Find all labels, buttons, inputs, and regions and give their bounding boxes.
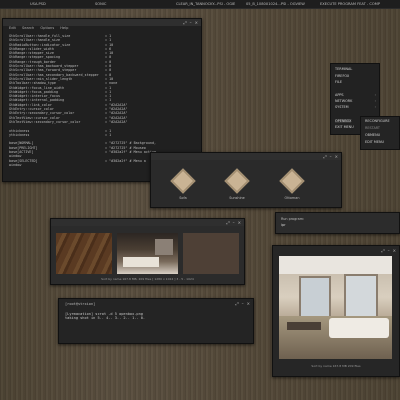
viewer-statusbar: Sort by name 167.8 MB, 209 files [ 1280 … [101,277,194,281]
room-photo[interactable] [279,256,392,359]
chevron-right-icon: › [374,99,376,103]
wood-thumbnail[interactable] [56,233,112,274]
menu-edit[interactable]: Edit [9,26,16,32]
menu-item-exit[interactable]: EXIT MENU [335,125,354,129]
icon-label: Sunshine [229,196,245,200]
menu-item-network[interactable]: NETWORK [335,99,352,103]
openbox-submenu[interactable]: RECONFIGURE RESTART OBMENU EDIT MENU [360,116,400,150]
task-item-1[interactable]: USA.PSD [30,2,46,6]
icon-label: Ottoman [284,196,300,200]
maximize-icon[interactable]: ⤢ [183,20,186,25]
minimize-icon[interactable]: – [242,301,244,306]
menu-item-reconfigure[interactable]: RECONFIGURE [365,119,390,123]
close-icon[interactable]: × [393,248,396,253]
viewer-statusbar: Sort by name 167.8 MB 209 files [311,364,361,368]
close-icon[interactable]: × [335,154,338,159]
terminal-line-key: window [9,162,22,167]
minimize-icon[interactable]: – [330,154,332,159]
menu-options[interactable]: Options [40,26,54,32]
menu-item-restart[interactable]: RESTART [365,126,380,130]
menu-item-obmenu[interactable]: OBMENU [365,133,380,137]
folder-icon[interactable] [170,168,196,194]
run-label: Run program: [281,217,305,221]
file-manager-titlebar[interactable]: ⤢ – × [151,153,341,160]
menu-item-file[interactable]: FILE [335,80,342,84]
close-icon[interactable]: × [247,301,250,306]
task-item-5[interactable]: EXECUTE PROGRAM FEAT - COMP [320,2,380,6]
minimize-icon[interactable]: – [190,20,192,25]
viewer-titlebar[interactable]: ⤢ – × [51,219,244,226]
maximize-icon[interactable]: ⤢ [323,154,326,159]
sofa-shape [123,257,159,267]
icon-label: Sofa [179,196,187,200]
maximize-icon[interactable]: ⤢ [226,220,229,225]
terminal-command[interactable]: [Lyrmacation] scrot -d 5 openbox.png tak… [65,312,145,320]
maximize-icon[interactable]: ⤢ [235,301,238,306]
menu-item-terminal[interactable]: TERMINAL [335,67,352,71]
window-right-shape [344,274,378,320]
window-left-shape [299,276,331,318]
menu-search[interactable]: Search [22,26,34,32]
run-input[interactable]: ipr [281,223,391,228]
minimize-icon[interactable]: – [233,220,235,225]
room-thumbnail[interactable] [117,233,178,274]
menu-item-firefox[interactable]: FIREFOX [335,74,349,78]
table-shape [287,322,321,330]
terminal-titlebar[interactable]: ⤢ – × [3,19,201,26]
ceiling-shape [279,256,392,274]
menu-help[interactable]: Help [60,26,68,32]
maximize-icon[interactable]: ⤢ [381,248,384,253]
terminal-window-2[interactable]: ⤢ – × [root@strxion] [Lyrmacation] scrot… [58,298,254,344]
menu-item-openbox[interactable]: OPENBOX [335,119,352,123]
image-viewer-large[interactable]: ⤢ – × Sort by name 167.8 MB 209 files [272,245,400,377]
folder-icon[interactable] [224,168,250,194]
minimize-icon[interactable]: – [388,248,390,253]
chevron-right-icon: › [374,105,376,109]
task-item-3[interactable]: CLEAR_IN_TANNOCKY...PSI - OGIE [176,2,235,6]
task-item-4[interactable]: 05_B_1080X1024...PSI - OGVIEW [246,2,305,6]
close-icon[interactable]: × [238,220,241,225]
window-shape [155,239,173,255]
folder-icon[interactable] [279,168,305,194]
top-taskbar: USA.PSD SONIC CLEAR_IN_TANNOCKY...PSI - … [0,0,400,9]
image-viewer-window[interactable]: ⤢ – × Sort by name 167.8 MB, 209 files [… [50,218,245,285]
menu-item-system[interactable]: SYSTEM [335,105,349,109]
close-icon[interactable]: × [195,20,198,25]
run-program-dialog[interactable]: Run program: ipr [275,212,400,234]
sofa-shape [329,318,389,338]
menu-item-apps[interactable]: APPS [335,93,344,97]
task-item-2[interactable]: SONIC [95,2,106,6]
terminal-output[interactable]: GtkScrollbar::handle_full_size = 1 GtkScro… [3,32,201,167]
chevron-right-icon: › [374,93,376,97]
menu-item-edit-menu[interactable]: EDIT MENU [365,140,384,144]
file-manager-window[interactable]: ⤢ – × Sofa Sunshine Ottoman [150,152,342,208]
texture-thumbnail[interactable] [183,233,239,274]
command-output: taking shot in 5.. 4.. 3.. 2.. 1.. 0. [65,316,146,320]
terminal-title: [root@strxion] [65,302,96,306]
